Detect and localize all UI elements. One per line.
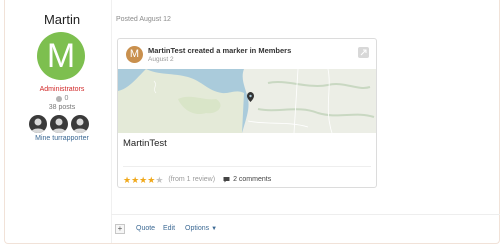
author-avatar[interactable]: M (37, 32, 85, 80)
post-container: Martin M Administrators 0 38 posts Mine … (4, 0, 500, 244)
comment-count[interactable]: 2 comments (233, 176, 271, 183)
reputation-value: 0 (64, 95, 69, 102)
user-avatar-icon[interactable] (71, 115, 89, 133)
embed-footer: ★★★★★ (from 1 review) 2 comments (123, 174, 271, 185)
reputation-dot-icon (55, 95, 62, 102)
rating-stars: ★★★★★ (123, 170, 164, 187)
star-filled-icon: ★ (131, 175, 140, 185)
author-badges (29, 115, 89, 133)
profile-link[interactable]: Mine turrapporter (5, 135, 119, 142)
post-date[interactable]: Posted August 12 (116, 16, 171, 23)
star-filled-icon: ★ (123, 175, 132, 185)
options-menu[interactable]: Options ▼ (185, 225, 217, 232)
embed-title[interactable]: MartinTest created a marker in Members (148, 46, 291, 55)
author-name[interactable]: Martin (5, 12, 119, 27)
comment-icon (223, 176, 230, 182)
embed-card[interactable]: M MartinTest created a marker in Members… (117, 38, 377, 188)
author-panel: Martin M Administrators 0 38 posts Mine … (5, 0, 119, 243)
review-count: (from 1 review) (168, 175, 216, 183)
map-preview[interactable] (118, 69, 376, 133)
embed-header: M MartinTest created a marker in Members… (118, 39, 376, 69)
multiquote-button[interactable]: + (115, 224, 125, 234)
options-label: Options (185, 225, 210, 232)
post-content: Posted August 12 M MartinTest created a … (111, 0, 500, 243)
embed-avatar[interactable]: M (126, 46, 143, 63)
author-group: Administrators (39, 86, 85, 93)
external-link-icon[interactable] (358, 47, 369, 58)
embed-divider (123, 166, 371, 167)
quote-button[interactable]: Quote (136, 225, 155, 232)
reputation: 0 (5, 95, 119, 102)
embed-date: August 2 (148, 56, 174, 63)
author-post-count: 38 posts (48, 104, 76, 111)
marker-title[interactable]: MartinTest (123, 138, 167, 149)
user-avatar-icon[interactable] (50, 115, 68, 133)
caret-down-icon: ▼ (211, 226, 218, 232)
user-avatar-icon[interactable] (29, 115, 47, 133)
post-actions-bar: + Quote Edit Options ▼ (111, 214, 500, 243)
edit-button[interactable]: Edit (163, 225, 175, 232)
star-empty-icon: ★ (155, 175, 164, 185)
